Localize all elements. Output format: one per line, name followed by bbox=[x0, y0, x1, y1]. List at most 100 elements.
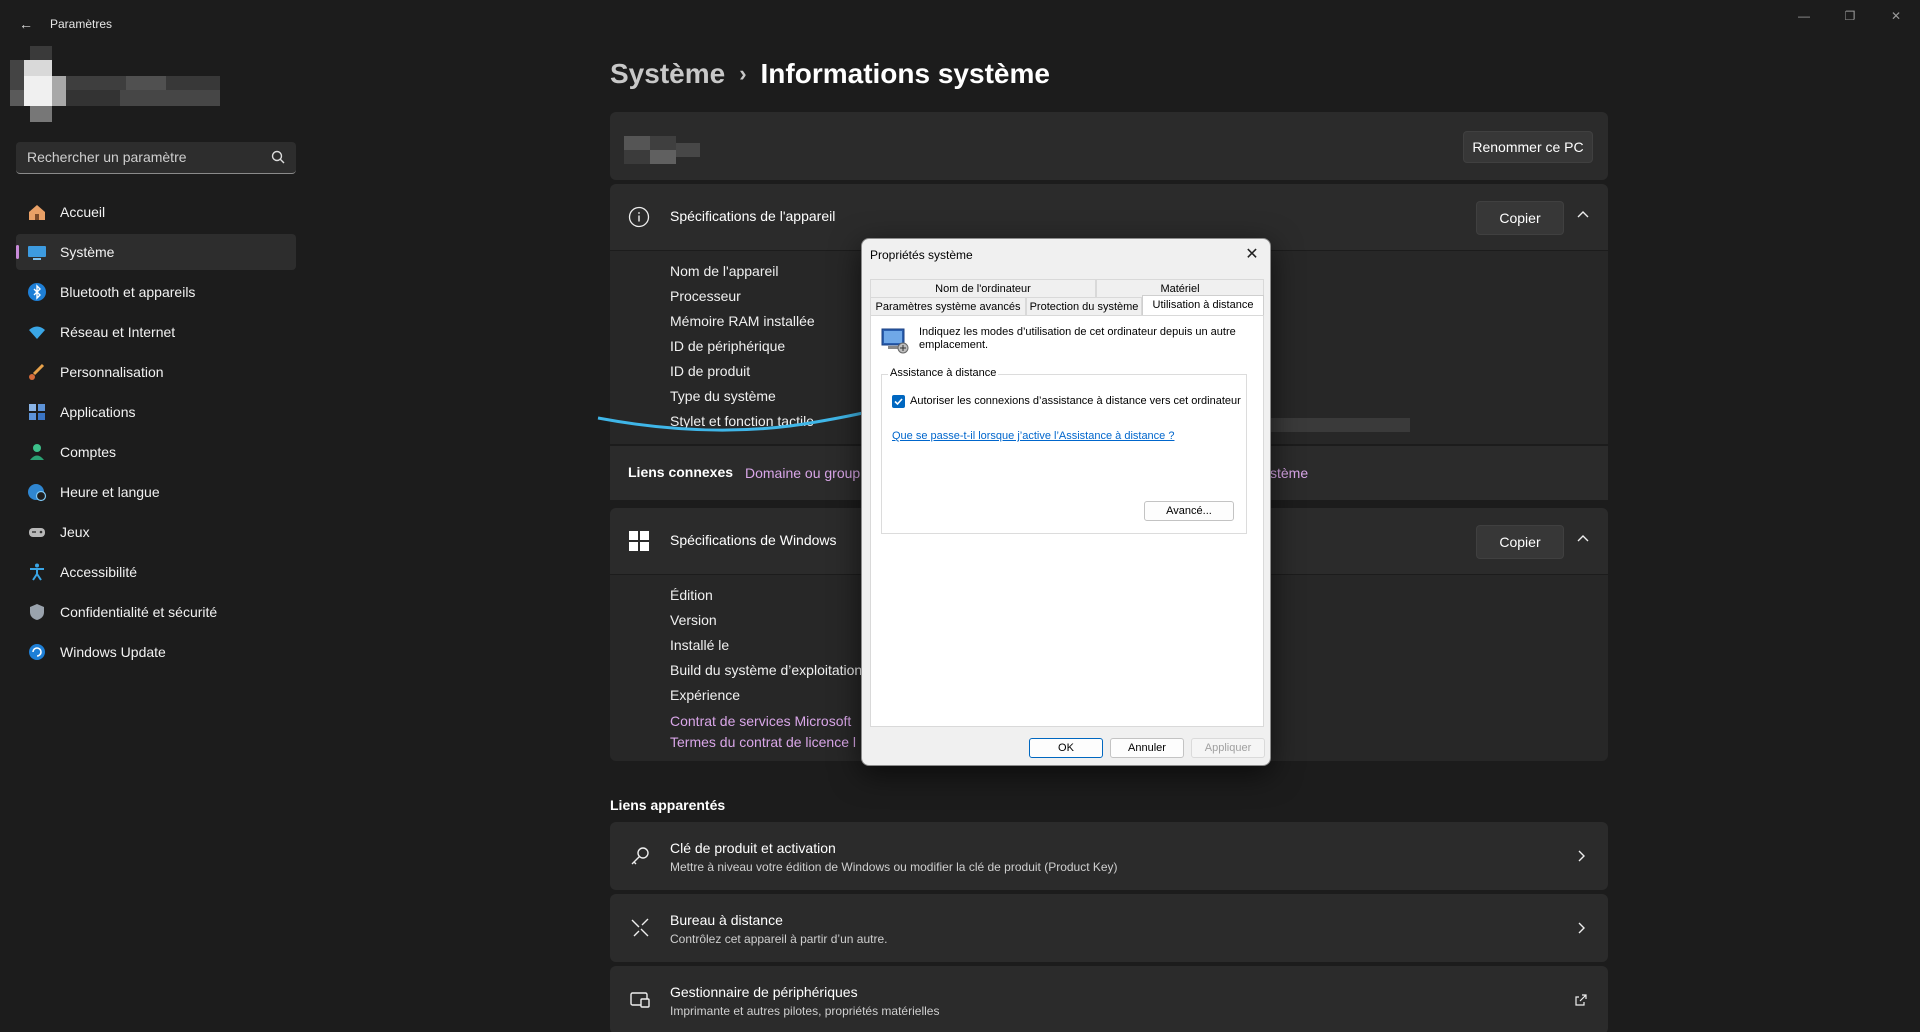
sidebar-item-personnalisation[interactable]: Personnalisation bbox=[16, 354, 296, 390]
sidebar-item-bluetooth[interactable]: Bluetooth et appareils bbox=[16, 274, 296, 310]
update-icon bbox=[26, 641, 48, 663]
gamepad-icon bbox=[26, 521, 48, 543]
chevron-up-icon[interactable] bbox=[1576, 208, 1590, 222]
sidebar-nav: Accueil Système Bluetooth et appareils R… bbox=[16, 194, 296, 674]
sidebar-item-jeux[interactable]: Jeux bbox=[16, 514, 296, 550]
cancel-button[interactable]: Annuler bbox=[1110, 738, 1184, 758]
spec-label: Installé le bbox=[670, 637, 730, 653]
chevron-up-icon[interactable] bbox=[1576, 532, 1590, 546]
close-icon[interactable]: ✕ bbox=[1876, 6, 1916, 26]
sidebar-item-accessibilite[interactable]: Accessibilité bbox=[16, 554, 296, 590]
sidebar-item-label: Applications bbox=[60, 404, 136, 420]
related-settings-title: Liens apparentés bbox=[610, 797, 726, 813]
search-box[interactable] bbox=[16, 142, 296, 174]
breadcrumb-parent[interactable]: Système bbox=[610, 58, 725, 90]
tab-remote[interactable]: Utilisation à distance bbox=[1142, 295, 1264, 315]
related-links-label: Liens connexes bbox=[628, 464, 734, 480]
spec-label: Build du système d’exploitation bbox=[670, 662, 863, 678]
device-manager-card[interactable]: Gestionnaire de périphériques Imprimante… bbox=[610, 966, 1608, 1032]
sidebar-item-heure[interactable]: Heure et langue bbox=[16, 474, 296, 510]
sidebar-item-confidentialite[interactable]: Confidentialité et sécurité bbox=[16, 594, 296, 630]
card-title: Bureau à distance bbox=[670, 912, 783, 928]
search-input[interactable] bbox=[16, 142, 256, 172]
sidebar-item-accueil[interactable]: Accueil bbox=[16, 194, 296, 230]
card-subtitle: Mettre à niveau votre édition de Windows… bbox=[670, 860, 1118, 874]
spec-label: ID de périphérique bbox=[670, 338, 786, 354]
spec-label: ID de produit bbox=[670, 363, 751, 379]
brush-icon bbox=[26, 361, 48, 383]
page-title: Informations système bbox=[760, 58, 1050, 89]
bluetooth-icon bbox=[26, 281, 48, 303]
tab-advanced-settings[interactable]: Paramètres système avancés bbox=[870, 297, 1026, 315]
pc-name-redacted bbox=[624, 136, 700, 164]
spec-value-redacted bbox=[1270, 418, 1410, 432]
domain-link[interactable]: Domaine ou group bbox=[745, 465, 860, 481]
shield-icon bbox=[26, 601, 48, 623]
title-bar: ← Paramètres — ❐ ✕ bbox=[0, 0, 1920, 48]
maximize-icon[interactable]: ❐ bbox=[1830, 6, 1870, 26]
remote-desktop-card[interactable]: Bureau à distance Contrôlez cet appareil… bbox=[610, 894, 1608, 962]
spec-label: Mémoire RAM installée bbox=[670, 313, 815, 329]
remote-tab-panel: Indiquez les modes d’utilisation de cet … bbox=[870, 315, 1264, 727]
copy-windows-specs-button[interactable]: Copier bbox=[1476, 525, 1564, 559]
copy-device-specs-button[interactable]: Copier bbox=[1476, 201, 1564, 235]
sidebar-item-label: Accueil bbox=[60, 204, 106, 220]
wifi-icon bbox=[26, 321, 48, 343]
apply-button[interactable]: Appliquer bbox=[1191, 738, 1265, 758]
spec-label: Version bbox=[670, 612, 717, 628]
chevron-right-icon bbox=[1578, 922, 1585, 934]
sidebar-item-label: Réseau et Internet bbox=[60, 324, 176, 340]
windows-logo-icon bbox=[629, 531, 649, 551]
sidebar-item-label: Accessibilité bbox=[60, 564, 138, 580]
sidebar-item-label: Personnalisation bbox=[60, 364, 164, 380]
tab-system-protection[interactable]: Protection du système bbox=[1026, 297, 1142, 315]
sidebar-item-windows-update[interactable]: Windows Update bbox=[16, 634, 296, 670]
system-protection-link[interactable]: stème bbox=[1270, 465, 1308, 481]
advanced-button[interactable]: Avancé... bbox=[1144, 501, 1234, 521]
person-icon bbox=[26, 441, 48, 463]
search-icon[interactable] bbox=[270, 149, 286, 165]
checkbox-label[interactable]: Autoriser les connexions d’assistance à … bbox=[910, 395, 1241, 407]
minimize-icon[interactable]: — bbox=[1784, 6, 1824, 26]
spec-label: Processeur bbox=[670, 288, 741, 304]
allow-remote-assistance-checkbox[interactable] bbox=[892, 395, 905, 408]
key-icon bbox=[631, 847, 649, 865]
back-arrow-icon[interactable]: ← bbox=[16, 14, 36, 34]
monitor-icon bbox=[26, 241, 48, 263]
annotation-arrow-icon bbox=[597, 402, 886, 432]
home-icon bbox=[26, 201, 48, 223]
sidebar-item-reseau[interactable]: Réseau et Internet bbox=[16, 314, 296, 350]
remote-description: Indiquez les modes d’utilisation de cet … bbox=[919, 326, 1236, 351]
sidebar-item-comptes[interactable]: Comptes bbox=[16, 434, 296, 470]
remote-computer-icon bbox=[881, 328, 909, 354]
ok-button[interactable]: OK bbox=[1029, 738, 1103, 758]
sidebar-item-label: Confidentialité et sécurité bbox=[60, 604, 218, 620]
breadcrumb: Système › Informations système bbox=[610, 58, 1050, 90]
sidebar-item-label: Windows Update bbox=[60, 644, 166, 660]
card-subtitle: Contrôlez cet appareil à partir d’un aut… bbox=[670, 932, 888, 946]
tab-computer-name[interactable]: Nom de l'ordinateur bbox=[870, 279, 1096, 297]
remote-assistance-help-link[interactable]: Que se passe-t-il lorsque j’active l’Ass… bbox=[892, 430, 1174, 442]
windows-specs-title: Spécifications de Windows bbox=[670, 532, 837, 548]
sidebar-item-applications[interactable]: Applications bbox=[16, 394, 296, 430]
chevron-right-icon bbox=[1578, 850, 1585, 862]
sidebar-item-label: Bluetooth et appareils bbox=[60, 284, 196, 300]
product-key-card[interactable]: Clé de produit et activation Mettre à ni… bbox=[610, 822, 1608, 890]
license-terms-link[interactable]: Termes du contrat de licence l bbox=[670, 734, 856, 750]
card-title: Clé de produit et activation bbox=[670, 840, 836, 856]
rename-pc-button[interactable]: Renommer ce PC bbox=[1463, 131, 1593, 163]
device-manager-icon bbox=[630, 992, 650, 1008]
sidebar-item-systeme[interactable]: Système bbox=[16, 234, 296, 270]
close-icon[interactable]: ✕ bbox=[1242, 245, 1262, 265]
device-specs-title: Spécifications de l'appareil bbox=[670, 208, 836, 224]
microsoft-services-link[interactable]: Contrat de services Microsoft bbox=[670, 713, 851, 729]
sidebar-item-label: Heure et langue bbox=[60, 484, 160, 500]
sidebar-item-label: Jeux bbox=[60, 524, 90, 540]
system-properties-dialog: Propriétés système ✕ Nom de l'ordinateur… bbox=[861, 238, 1271, 766]
card-subtitle: Imprimante et autres pilotes, propriétés… bbox=[670, 1004, 940, 1018]
spec-label: Expérience bbox=[670, 687, 741, 703]
info-icon bbox=[628, 206, 650, 228]
app-title: Paramètres bbox=[50, 17, 113, 31]
remote-desktop-icon bbox=[631, 918, 649, 937]
accessibility-icon bbox=[26, 561, 48, 583]
